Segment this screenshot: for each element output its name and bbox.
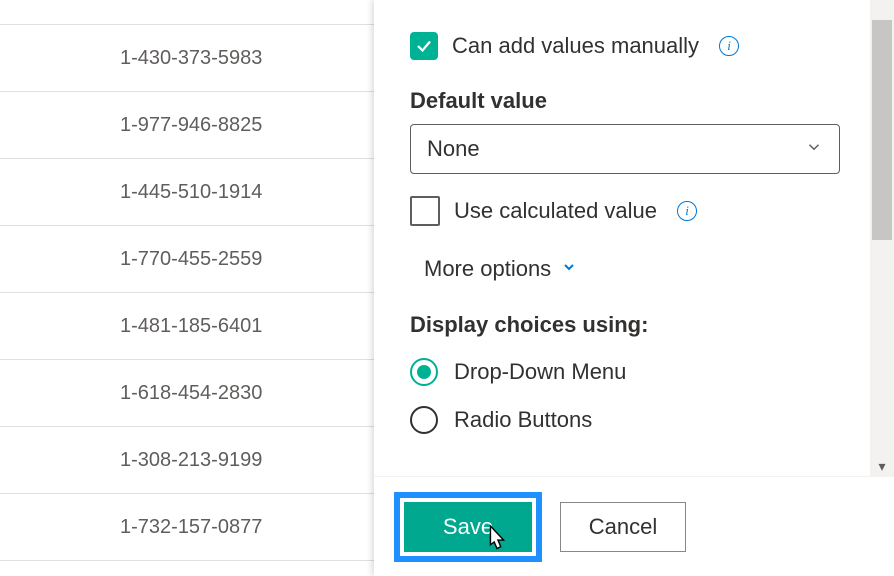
default-value-select[interactable]: None <box>410 124 840 174</box>
radio-buttons-label: Radio Buttons <box>454 407 592 433</box>
cancel-button[interactable]: Cancel <box>560 502 686 552</box>
can-add-values-row[interactable]: Can add values manually i <box>410 32 860 60</box>
default-value-label: Default value <box>410 88 860 114</box>
save-button[interactable]: Save <box>404 502 532 552</box>
radio-dropdown-row[interactable]: Drop-Down Menu <box>410 358 860 386</box>
phone-value: 1-732-157-0877 <box>120 516 262 539</box>
save-button-label: Save <box>443 514 493 540</box>
column-settings-panel: Can add values manually i Default value … <box>374 0 894 576</box>
radio-dropdown-label: Drop-Down Menu <box>454 359 626 385</box>
phone-value: 1-618-454-2830 <box>120 382 262 405</box>
phone-value: 1-977-946-8825 <box>120 114 262 137</box>
table-row[interactable]: 1-308-213-9199 <box>0 427 374 494</box>
data-list: 1-430-373-5983 1-977-946-8825 1-445-510-… <box>0 0 374 576</box>
phone-value: 1-445-510-1914 <box>120 181 262 204</box>
table-row[interactable]: 1-445-510-1914 <box>0 159 374 226</box>
checkbox-unchecked-icon[interactable] <box>410 196 440 226</box>
scrollbar-thumb[interactable] <box>872 20 892 240</box>
table-row[interactable]: 1-430-373-5983 <box>0 25 374 92</box>
info-icon[interactable]: i <box>677 201 697 221</box>
radio-buttons-row[interactable]: Radio Buttons <box>410 406 860 434</box>
table-row[interactable]: 1-618-454-2830 <box>0 360 374 427</box>
use-calculated-row[interactable]: Use calculated value i <box>410 196 860 226</box>
table-row[interactable]: 1-770-455-2559 <box>0 226 374 293</box>
radio-unselected-icon[interactable] <box>410 406 438 434</box>
phone-value: 1-430-373-5983 <box>120 47 262 70</box>
chevron-down-icon <box>805 136 823 162</box>
phone-value: 1-308-213-9199 <box>120 449 262 472</box>
scroll-down-icon[interactable]: ▾ <box>874 458 890 474</box>
phone-value: 1-770-455-2559 <box>120 248 262 271</box>
table-row[interactable] <box>0 0 374 25</box>
panel-content: Can add values manually i Default value … <box>374 0 870 476</box>
panel-footer: Save Cancel <box>374 476 894 576</box>
default-value-selected: None <box>427 136 480 162</box>
phone-value: 1-481-185-6401 <box>120 315 262 338</box>
more-options-label: More options <box>424 256 551 282</box>
can-add-values-label: Can add values manually <box>452 33 699 59</box>
table-row[interactable]: 1-977-946-8825 <box>0 92 374 159</box>
save-button-highlight: Save <box>394 492 542 562</box>
info-icon[interactable]: i <box>719 36 739 56</box>
cancel-button-label: Cancel <box>589 514 657 540</box>
scrollbar-track[interactable]: ▾ <box>870 0 894 478</box>
use-calculated-label: Use calculated value <box>454 198 657 224</box>
chevron-down-icon <box>561 259 577 280</box>
radio-selected-icon[interactable] <box>410 358 438 386</box>
display-choices-label: Display choices using: <box>410 312 860 338</box>
more-options-toggle[interactable]: More options <box>424 256 860 282</box>
checkbox-checked-icon[interactable] <box>410 32 438 60</box>
table-row[interactable]: 1-481-185-6401 <box>0 293 374 360</box>
table-row[interactable]: 1-732-157-0877 <box>0 494 374 561</box>
